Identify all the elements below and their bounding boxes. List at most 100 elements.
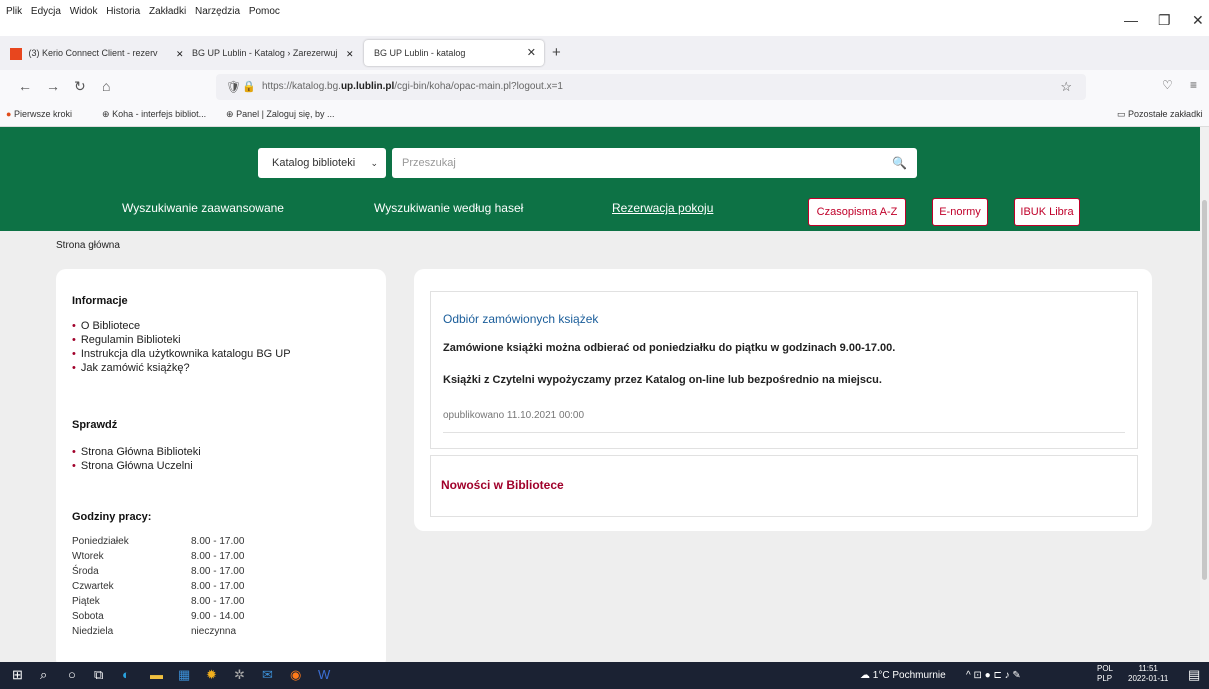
menu-plik[interactable]: Plik bbox=[6, 6, 22, 17]
menu-widok[interactable]: Widok bbox=[70, 6, 98, 17]
news-item: Nowości w Bibliotece bbox=[430, 455, 1138, 517]
edge-icon[interactable]: ◐ bbox=[122, 667, 130, 682]
firefox-icon: ● bbox=[6, 109, 12, 119]
advanced-search-link[interactable]: Wyszukiwanie zaawansowane bbox=[122, 201, 284, 215]
menu-edycja[interactable]: Edycja bbox=[31, 6, 61, 17]
menu-zakladki[interactable]: Zakładki bbox=[149, 6, 186, 17]
tab-kerio-close-icon[interactable]: ✕ bbox=[176, 49, 184, 60]
hours-day: Sobota bbox=[72, 611, 104, 622]
check-list: Strona Główna Biblioteki Strona Główna U… bbox=[72, 445, 201, 473]
search-icon[interactable]: 🔍 bbox=[892, 148, 907, 178]
tray-icons[interactable]: ^ ⊡ ● ⊏ ♪ ✎ bbox=[966, 670, 1021, 681]
enormy-button[interactable]: E-normy bbox=[932, 198, 988, 226]
link-o-bibliotece[interactable]: O Bibliotece bbox=[72, 319, 291, 333]
link-jak-zamowic[interactable]: Jak zamówić książkę? bbox=[72, 361, 291, 375]
taskbar: ⊞ ⌕ ○ ⧉ ◐ ▬ ▦ ✹ ✲ ✉ ◉ W ☁ 1°C Pochmurnie… bbox=[0, 662, 1209, 689]
news-paragraph: Książki z Czytelni wypożyczamy przez Kat… bbox=[443, 374, 882, 386]
ibuk-button[interactable]: IBUK Libra bbox=[1014, 198, 1080, 226]
menu-pomoc[interactable]: Pomoc bbox=[249, 6, 280, 17]
sun-app-icon[interactable]: ✹ bbox=[206, 667, 217, 683]
mail-icon[interactable]: ✉ bbox=[262, 667, 273, 683]
store-icon[interactable]: ▦ bbox=[178, 667, 190, 683]
link-strona-biblioteki[interactable]: Strona Główna Biblioteki bbox=[72, 445, 201, 459]
weather-widget[interactable]: ☁ 1°C Pochmurnie bbox=[860, 670, 946, 681]
file-explorer-icon[interactable]: ▬ bbox=[150, 667, 163, 682]
tab-katalog-close-icon[interactable]: ✕ bbox=[527, 40, 536, 66]
hours-day: Poniedziałek bbox=[72, 536, 129, 547]
url-bar[interactable]: 🛡 🔒 https://katalog.bg.up.lublin.pl/cgi-… bbox=[216, 74, 1086, 100]
bookmarks-bar: ● Pierwsze kroki ⊕ Koha - interfejs bibl… bbox=[0, 104, 1209, 127]
hours-time: 8.00 - 17.00 bbox=[191, 536, 245, 547]
news-paragraph: Zamówione książki można odbierać od poni… bbox=[443, 342, 896, 354]
menu-historia[interactable]: Historia bbox=[106, 6, 140, 17]
word-icon[interactable]: W bbox=[318, 667, 330, 682]
catalog-select[interactable]: Katalog biblioteki ⌄ bbox=[258, 148, 386, 178]
hours-time: 8.00 - 17.00 bbox=[191, 566, 245, 577]
clock-date: 2022-01-11 bbox=[1128, 674, 1169, 683]
new-tab-icon[interactable]: + bbox=[552, 44, 561, 61]
restore-icon[interactable]: ❐ bbox=[1158, 12, 1171, 29]
url-path: /cgi-bin/koha/opac-main.pl?logout.x=1 bbox=[394, 81, 563, 92]
home-icon[interactable]: ⌂ bbox=[102, 78, 110, 94]
breadcrumb[interactable]: Strona główna bbox=[56, 240, 120, 251]
minimize-icon[interactable]: — bbox=[1124, 12, 1138, 28]
cortana-icon[interactable]: ○ bbox=[68, 667, 76, 682]
lang-secondary: PLP bbox=[1097, 674, 1113, 683]
catalog-select-value: Katalog biblioteki bbox=[272, 157, 356, 169]
news-title[interactable]: Nowości w Bibliotece bbox=[441, 478, 564, 492]
shield-icon[interactable]: 🛡 bbox=[226, 74, 241, 100]
bookmark-koha[interactable]: ⊕ Koha - interfejs bibliot... bbox=[102, 109, 206, 120]
link-instrukcja[interactable]: Instrukcja dla użytkownika katalogu BG U… bbox=[72, 347, 291, 361]
hours-table: Poniedziałek 8.00 - 17.00 Wtorek 8.00 - 17… bbox=[72, 534, 244, 639]
hours-day: Środa bbox=[72, 566, 99, 577]
bookmark-panel[interactable]: ⊕ Panel | Zaloguj się, by ... bbox=[226, 109, 334, 120]
tab-rezerwacja-close-icon[interactable]: ✕ bbox=[346, 49, 354, 60]
weather-text: 1°C Pochmurnie bbox=[872, 670, 946, 681]
lock-icon[interactable]: 🔒 bbox=[242, 74, 256, 100]
firefox-taskbar-icon[interactable]: ◉ bbox=[290, 667, 301, 683]
hours-row: Środa 8.00 - 17.00 bbox=[72, 564, 244, 579]
hours-row: Sobota 9.00 - 14.00 bbox=[72, 609, 244, 624]
language-indicator[interactable]: POL PLP bbox=[1097, 664, 1113, 684]
windows-start-icon[interactable]: ⊞ bbox=[12, 667, 23, 683]
pocket-icon[interactable]: ♡ bbox=[1162, 78, 1173, 92]
back-icon[interactable]: ← bbox=[18, 78, 32, 94]
nav-bar: ← → ↻ ⌂ 🛡 🔒 https://katalog.bg.up.lublin… bbox=[0, 70, 1209, 104]
tab-bar: (3) Kerio Connect Client - rezerv ✕ BG U… bbox=[0, 36, 1209, 70]
divider bbox=[443, 432, 1125, 433]
room-reservation-link[interactable]: Rezerwacja pokoju bbox=[612, 201, 713, 215]
bookmark-label: Koha - interfejs bibliot... bbox=[112, 109, 207, 119]
hours-day: Piątek bbox=[72, 596, 100, 607]
clock[interactable]: 11:51 2022-01-11 bbox=[1128, 664, 1168, 684]
menu-narzedzia[interactable]: Narzędzia bbox=[195, 6, 240, 17]
reload-icon[interactable]: ↻ bbox=[74, 78, 86, 95]
info-heading: Informacje bbox=[72, 295, 128, 307]
bookmark-star-icon[interactable]: ☆ bbox=[1060, 74, 1072, 100]
news-title[interactable]: Odbiór zamówionych książek bbox=[443, 312, 598, 326]
hours-row: Niedziela nieczynna bbox=[72, 624, 244, 639]
settings-app-icon[interactable]: ✲ bbox=[234, 667, 245, 683]
tab-kerio[interactable]: (3) Kerio Connect Client - rezerv bbox=[10, 40, 182, 66]
hours-row: Piątek 8.00 - 17.00 bbox=[72, 594, 244, 609]
tab-kerio-label: (3) Kerio Connect Client - rezerv bbox=[28, 48, 158, 58]
other-bookmarks[interactable]: ▭ Pozostałe zakładki bbox=[1117, 109, 1203, 120]
scrollbar-thumb[interactable] bbox=[1202, 200, 1207, 580]
tab-katalog[interactable]: BG UP Lublin - katalog ✕ bbox=[364, 40, 544, 66]
tab-katalog-label: BG UP Lublin - katalog bbox=[374, 48, 466, 58]
forward-icon[interactable]: → bbox=[46, 78, 60, 94]
link-regulamin[interactable]: Regulamin Biblioteki bbox=[72, 333, 291, 347]
task-view-icon[interactable]: ⧉ bbox=[94, 667, 103, 683]
globe-icon: ⊕ bbox=[102, 109, 110, 119]
search-icon[interactable]: ⌕ bbox=[40, 667, 47, 683]
notifications-icon[interactable]: ▤ bbox=[1188, 667, 1200, 683]
hamburger-menu-icon[interactable]: ≡ bbox=[1190, 78, 1197, 92]
czasopisma-button[interactable]: Czasopisma A-Z bbox=[808, 198, 906, 226]
other-bookmarks-label: Pozostałe zakładki bbox=[1128, 109, 1203, 119]
close-window-icon[interactable]: ✕ bbox=[1192, 12, 1204, 29]
search-by-term-link[interactable]: Wyszukiwanie według haseł bbox=[374, 201, 523, 215]
tab-rezerwacja[interactable]: BG UP Lublin - Katalog › Zarezerwuj bbox=[192, 40, 352, 66]
kerio-favicon-icon bbox=[10, 47, 22, 60]
link-strona-uczelni[interactable]: Strona Główna Uczelni bbox=[72, 459, 201, 473]
search-input[interactable]: Przeszukaj 🔍 bbox=[392, 148, 917, 178]
bookmark-pierwsze-kroki[interactable]: ● Pierwsze kroki bbox=[6, 109, 72, 119]
